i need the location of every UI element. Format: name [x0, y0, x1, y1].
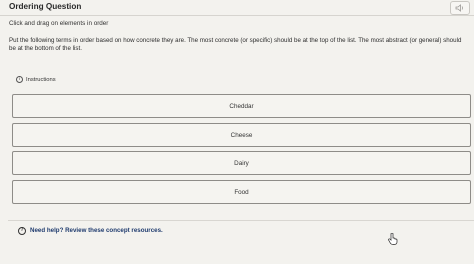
ordering-item-cheddar[interactable]: Cheddar: [12, 94, 471, 118]
ordering-item-label: Cheddar: [229, 102, 254, 110]
question-prompt: Put the following terms in order based o…: [9, 37, 462, 53]
ordering-item-label: Dairy: [234, 159, 249, 167]
page-title: Ordering Question: [9, 2, 82, 11]
ordering-item-label: Food: [234, 188, 249, 196]
ordering-question-page: Ordering Question Click and drag on elem…: [0, 0, 474, 264]
ordering-item-dairy[interactable]: Dairy: [12, 151, 471, 175]
ordering-item-food[interactable]: Food: [12, 180, 471, 204]
instructions-toggle[interactable]: i Instructions: [16, 75, 56, 84]
hand-cursor-icon: [388, 233, 398, 245]
ordering-item-label: Cheese: [230, 131, 253, 139]
short-instruction: Click and drag on elements in order: [9, 20, 109, 27]
read-aloud-button[interactable]: [450, 1, 470, 15]
header-bar: Ordering Question: [0, 0, 474, 16]
info-icon: i: [16, 76, 23, 83]
help-resources-link[interactable]: ? Need help? Review these concept resour…: [8, 220, 474, 240]
speaker-icon: [455, 4, 463, 12]
ordering-item-cheese[interactable]: Cheese: [12, 123, 471, 147]
instructions-label: Instructions: [26, 76, 56, 83]
question-icon: ?: [18, 226, 26, 235]
help-label: Need help? Review these concept resource…: [30, 227, 163, 234]
